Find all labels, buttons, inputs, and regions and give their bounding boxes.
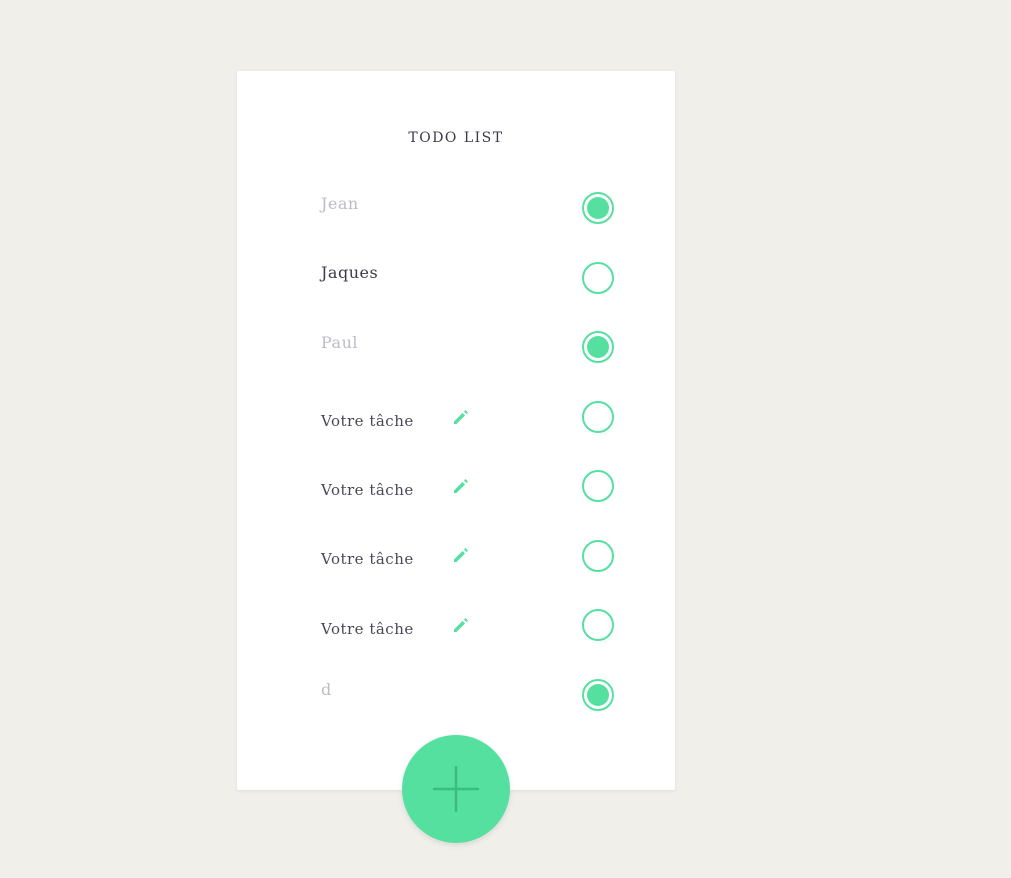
todo-checkbox-checked[interactable] bbox=[582, 331, 614, 363]
todo-checkbox-checked[interactable] bbox=[582, 192, 614, 224]
plus-icon bbox=[433, 766, 479, 812]
todo-checkbox[interactable] bbox=[582, 470, 614, 502]
pencil-icon[interactable] bbox=[451, 407, 471, 427]
todo-card: TODO LIST Jean Jaques Paul Votre tâche V… bbox=[237, 71, 675, 790]
page-title: TODO LIST bbox=[408, 130, 504, 146]
todo-checkbox[interactable] bbox=[582, 540, 614, 572]
todo-label: Jean bbox=[321, 194, 359, 213]
todo-label: d bbox=[321, 680, 332, 699]
check-dot bbox=[587, 684, 609, 706]
list-item: Votre tâche bbox=[237, 466, 675, 506]
todo-checkbox[interactable] bbox=[582, 262, 614, 294]
list-item: Paul bbox=[237, 327, 675, 367]
list-item: Votre tâche bbox=[237, 605, 675, 645]
pencil-icon[interactable] bbox=[451, 545, 471, 565]
list-item: Votre tâche bbox=[237, 397, 675, 437]
list-item: Jean bbox=[237, 188, 675, 228]
todo-label: Votre tâche bbox=[321, 481, 414, 499]
todo-label: Votre tâche bbox=[321, 550, 414, 568]
todo-label: Votre tâche bbox=[321, 412, 414, 430]
check-dot bbox=[587, 197, 609, 219]
todo-label: Votre tâche bbox=[321, 620, 414, 638]
pencil-icon[interactable] bbox=[451, 615, 471, 635]
list-item: Votre tâche bbox=[237, 536, 675, 576]
list-item: Jaques bbox=[237, 258, 675, 298]
todo-label: Paul bbox=[321, 333, 359, 352]
add-task-button[interactable] bbox=[402, 735, 510, 843]
pencil-icon[interactable] bbox=[451, 476, 471, 496]
check-dot bbox=[587, 336, 609, 358]
todo-checkbox[interactable] bbox=[582, 609, 614, 641]
list-item: d bbox=[237, 675, 675, 715]
todo-checkbox-checked[interactable] bbox=[582, 679, 614, 711]
todo-checkbox[interactable] bbox=[582, 401, 614, 433]
todo-label: Jaques bbox=[321, 263, 379, 282]
